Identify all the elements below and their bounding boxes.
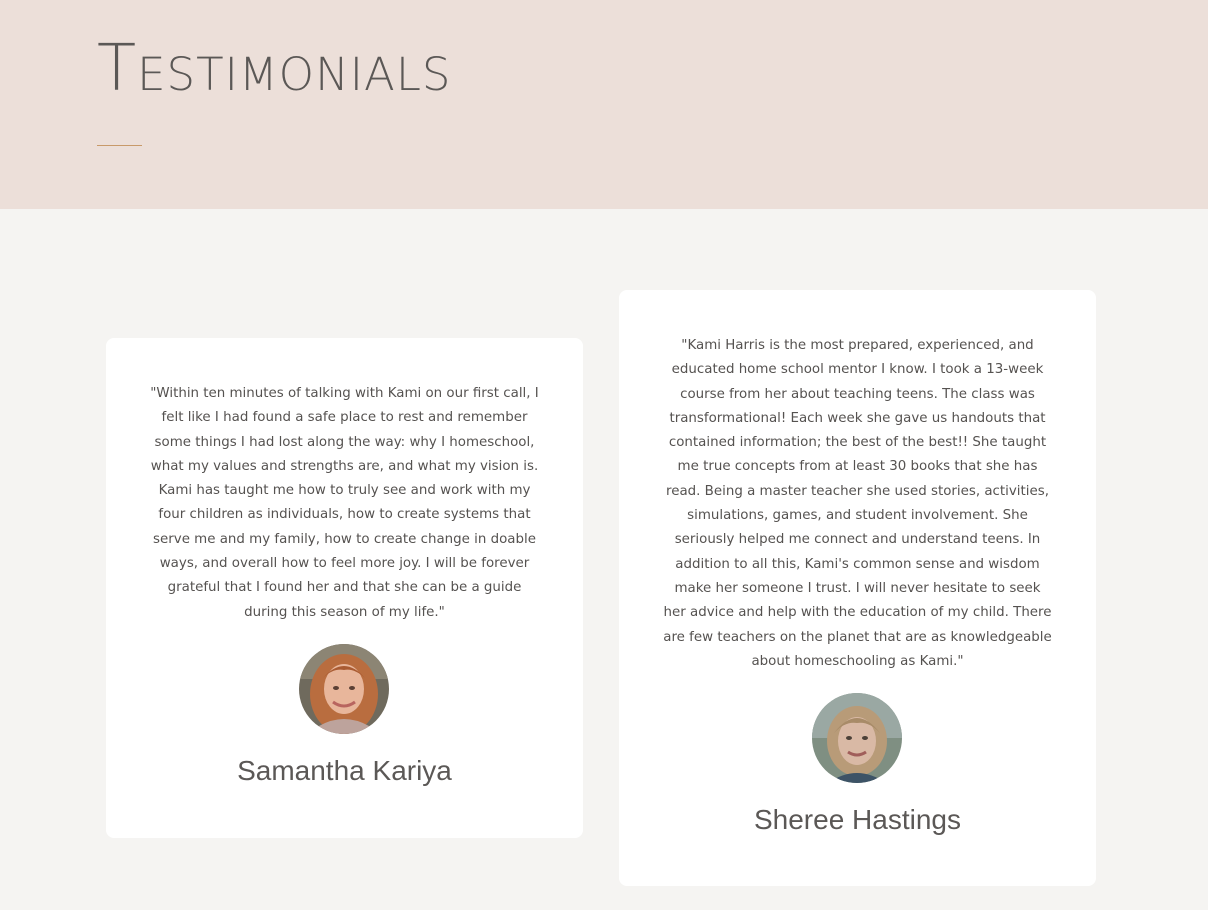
testimonial-card: "Within ten minutes of talking with Kami… bbox=[106, 338, 583, 838]
avatar bbox=[299, 644, 389, 734]
testimonial-quote: "Within ten minutes of talking with Kami… bbox=[150, 386, 539, 620]
page-header: Testimonials bbox=[0, 0, 1208, 209]
page-title: Testimonials bbox=[97, 32, 452, 106]
testimonial-author-name: Samantha Kariya bbox=[237, 755, 452, 786]
portrait-photo-icon bbox=[812, 693, 902, 783]
testimonial-author-name: Sheree Hastings bbox=[753, 804, 961, 835]
portrait-photo-icon bbox=[299, 644, 389, 734]
testimonial-card: "Kami Harris is the most prepared, exper… bbox=[619, 290, 1096, 886]
testimonial-quote: "Kami Harris is the most prepared, exper… bbox=[663, 338, 1052, 669]
title-divider bbox=[97, 145, 142, 146]
avatar bbox=[812, 693, 902, 783]
